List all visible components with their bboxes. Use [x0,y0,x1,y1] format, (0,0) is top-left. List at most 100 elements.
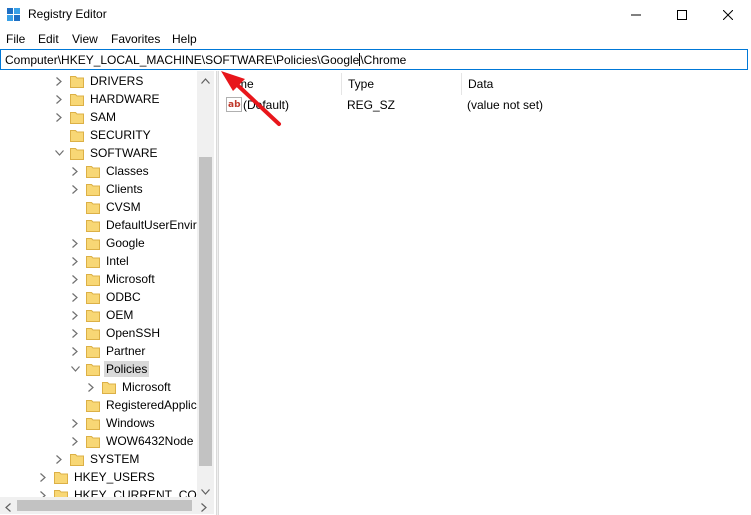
tree-node-policies[interactable]: Policies [70,360,150,378]
tree-node-software[interactable]: SOFTWARE [54,144,160,162]
chevron-right-icon[interactable] [54,454,64,464]
chevron-right-icon[interactable] [70,418,80,428]
column-header-name[interactable]: me [220,73,342,95]
scroll-up-icon[interactable] [201,73,210,87]
tree-node-oem[interactable]: OEM [70,306,135,324]
tree-node-partner[interactable]: Partner [70,342,147,360]
registry-tree[interactable]: DRIVERS HARDWARE SAM SECURITY SOFTWARE Classe… [0,71,214,515]
tree-node-security[interactable]: SECURITY [54,126,153,144]
registry-editor-icon [7,8,20,21]
tree-node-microsoft[interactable]: Microsoft [70,270,157,288]
chevron-right-icon[interactable] [70,310,80,320]
chevron-right-icon[interactable] [70,184,80,194]
pane-splitter[interactable] [216,71,219,515]
tree-node-sam[interactable]: SAM [54,108,118,126]
folder-icon [70,93,84,106]
tree-node-google[interactable]: Google [70,234,147,252]
tree-node-intel[interactable]: Intel [70,252,131,270]
value-type: REG_SZ [347,98,396,112]
tree-node-label: Policies [104,361,150,377]
string-value-icon: ab [226,97,242,112]
address-bar[interactable]: Computer\HKEY_LOCAL_MACHINE\SOFTWARE\Pol… [0,49,748,70]
folder-icon [86,363,100,376]
tree-node-label: Microsoft [106,272,155,286]
chevron-right-icon[interactable] [54,94,64,104]
menu-view[interactable]: View [72,32,98,46]
column-header-type[interactable]: Type [342,73,462,95]
folder-icon [86,201,100,214]
chevron-right-icon[interactable] [70,292,80,302]
maximize-button[interactable] [659,0,705,29]
tree-node-label: ODBC [106,290,141,304]
tree-node-drivers[interactable]: DRIVERS [54,72,145,90]
tree-node-classes[interactable]: Classes [70,162,151,180]
menu-edit[interactable]: Edit [38,32,59,46]
tree-node-wow6432node[interactable]: WOW6432Node [70,432,195,450]
scroll-left-icon[interactable] [5,501,11,515]
folder-icon [86,327,100,340]
folder-icon [70,129,84,142]
values-list[interactable]: me Type Data ab (Default) REG_SZ (value … [220,71,751,515]
address-path: Computer\HKEY_LOCAL_MACHINE\SOFTWARE\Pol… [5,53,406,67]
folder-icon [70,75,84,88]
close-icon [723,9,733,20]
folder-icon [54,471,68,484]
tree-node-clients[interactable]: Clients [70,180,145,198]
tree-node-label: SOFTWARE [90,146,158,160]
tree-node-label: Classes [106,164,149,178]
folder-icon [70,147,84,160]
chevron-right-icon[interactable] [70,256,80,266]
expander-placeholder [70,220,80,230]
scroll-right-icon[interactable] [201,501,207,515]
chevron-right-icon[interactable] [38,472,48,482]
tree-node-hkey-users[interactable]: HKEY_USERS [38,468,157,486]
tree-node-hardware[interactable]: HARDWARE [54,90,162,108]
chevron-right-icon[interactable] [70,274,80,284]
value-data: (value not set) [467,98,544,112]
folder-icon [86,309,100,322]
tree-horizontal-scroll-thumb[interactable] [17,500,192,511]
tree-node-system[interactable]: SYSTEM [54,450,141,468]
tree-node-defaultuserenvironn[interactable]: DefaultUserEnvironn [70,216,214,234]
chevron-right-icon[interactable] [70,166,80,176]
tree-node-registeredapplicatio[interactable]: RegisteredApplicatio [70,396,214,414]
tree-vertical-scroll-thumb[interactable] [199,157,212,466]
tree-node-cvsm[interactable]: CVSM [70,198,143,216]
chevron-right-icon[interactable] [54,76,64,86]
menu-file[interactable]: File [6,32,25,46]
tree-node-odbc[interactable]: ODBC [70,288,143,306]
tree-vertical-scrollbar[interactable] [197,71,214,498]
list-row[interactable]: ab (Default) REG_SZ (value not set) [220,96,751,114]
menu-favorites[interactable]: Favorites [111,32,160,46]
column-header-data[interactable]: Data [462,73,751,95]
window-title: Registry Editor [28,7,107,21]
chevron-right-icon[interactable] [54,112,64,122]
tree-node-windows[interactable]: Windows [70,414,157,432]
tree-node-label: Intel [106,254,129,268]
chevron-right-icon[interactable] [70,436,80,446]
tree-node-label: HARDWARE [90,92,160,106]
close-button[interactable] [705,0,751,29]
chevron-right-icon[interactable] [70,238,80,248]
folder-icon [86,273,100,286]
scroll-down-icon[interactable] [201,484,210,498]
title-bar: Registry Editor [0,0,751,29]
address-path-before-caret: Computer\HKEY_LOCAL_MACHINE\SOFTWARE\Pol… [5,53,360,67]
tree-node-openssh[interactable]: OpenSSH [70,324,162,342]
tree-node-label: SYSTEM [90,452,140,466]
tree-horizontal-scrollbar[interactable] [0,497,214,514]
folder-icon [86,237,100,250]
chevron-down-icon[interactable] [70,364,80,374]
chevron-right-icon[interactable] [70,346,80,356]
expander-placeholder [70,400,80,410]
menu-help[interactable]: Help [172,32,197,46]
folder-icon [86,291,100,304]
chevron-down-icon[interactable] [54,148,64,158]
menu-bar: File Edit View Favorites Help [0,29,751,49]
svg-text:ab: ab [228,100,241,110]
folder-icon [86,345,100,358]
chevron-right-icon[interactable] [86,382,96,392]
chevron-right-icon[interactable] [70,328,80,338]
minimize-button[interactable] [613,0,659,29]
tree-node-microsoft[interactable]: Microsoft [86,378,173,396]
